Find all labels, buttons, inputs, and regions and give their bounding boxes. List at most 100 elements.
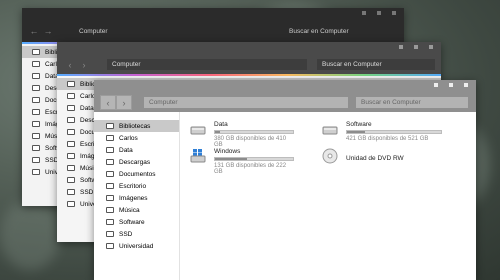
search-input[interactable]: Buscar en Computer <box>317 59 435 70</box>
window-titlebar[interactable] <box>57 42 441 55</box>
folder-icon <box>67 165 75 171</box>
search-input[interactable]: Buscar en Computer <box>356 97 468 108</box>
folder-icon <box>32 133 40 139</box>
folder-icon <box>106 243 114 249</box>
back-button[interactable]: ← <box>27 25 41 38</box>
folder-icon <box>106 195 114 201</box>
close-icon[interactable] <box>464 83 468 87</box>
folder-icon <box>67 141 75 147</box>
folder-icon <box>106 207 114 213</box>
sidebar-item-bibliotecas[interactable]: Bibliotecas <box>94 120 179 132</box>
sidebar-item-descargas[interactable]: Descargas <box>94 156 179 168</box>
folder-icon <box>106 135 114 141</box>
window-titlebar[interactable] <box>22 8 404 20</box>
folder-icon <box>67 81 75 87</box>
sidebar-item-label: Universidad <box>119 242 154 250</box>
folder-icon <box>67 129 75 135</box>
sidebar-item-universidad[interactable]: Universidad <box>94 240 179 252</box>
folder-icon <box>106 183 114 189</box>
folder-icon <box>67 189 75 195</box>
folder-icon <box>32 85 40 91</box>
folder-icon <box>67 117 75 123</box>
folder-icon <box>32 145 40 151</box>
sidebar-item-label: Carlos <box>119 134 138 142</box>
explorer-window-front[interactable]: ‹ › Computer Buscar en Computer Bibliote… <box>94 80 476 280</box>
sidebar-item-label: SSD <box>80 188 94 196</box>
folder-icon <box>106 159 114 165</box>
window-titlebar[interactable] <box>94 80 476 93</box>
drive-name: Data <box>214 121 228 128</box>
drive-name: Windows <box>214 148 241 155</box>
address-bar[interactable]: Computer <box>107 59 307 70</box>
back-button[interactable]: ‹ <box>63 58 77 71</box>
drive-usage-fill <box>347 131 365 133</box>
drive-usage-bar <box>214 157 294 161</box>
close-icon[interactable] <box>429 45 433 49</box>
sidebar-item-label: Software <box>119 218 145 226</box>
drive-name: Unidad de DVD RW <box>346 155 404 162</box>
folder-icon <box>106 171 114 177</box>
sidebar-item-label: Música <box>119 206 140 214</box>
sidebar-item-software[interactable]: Software <box>94 216 179 228</box>
minimize-icon[interactable] <box>362 11 366 15</box>
search-input[interactable]: Buscar en Computer <box>284 26 399 37</box>
sidebar-item-label: SSD <box>119 230 133 238</box>
sidebar-item-imagenes[interactable]: Imágenes <box>94 192 179 204</box>
folder-icon <box>106 147 114 153</box>
maximize-icon[interactable] <box>449 83 453 87</box>
folder-icon <box>67 93 75 99</box>
minimize-icon[interactable] <box>399 45 403 49</box>
sidebar-item-documentos[interactable]: Documentos <box>94 168 179 180</box>
sidebar-item-data[interactable]: Data <box>94 144 179 156</box>
back-button[interactable]: ‹ <box>100 95 116 110</box>
sidebar-item-musica[interactable]: Música <box>94 204 179 216</box>
sidebar-item-carlos[interactable]: Carlos <box>94 132 179 144</box>
minimize-icon[interactable] <box>434 83 438 87</box>
folder-icon <box>67 105 75 111</box>
folder-icon <box>32 49 40 55</box>
maximize-icon[interactable] <box>414 45 418 49</box>
folder-icon <box>67 201 75 207</box>
folder-icon <box>106 123 114 129</box>
sidebar-item-label: Imágenes <box>119 194 148 202</box>
folder-icon <box>32 97 40 103</box>
folder-icon <box>32 61 40 67</box>
folder-icon <box>32 121 40 127</box>
drive-usage-fill <box>215 131 221 133</box>
folder-icon <box>106 219 114 225</box>
sidebar-item-ssd[interactable]: SSD <box>94 228 179 240</box>
hard-drive-icon <box>190 126 206 135</box>
windows-drive-icon <box>190 149 206 163</box>
drive-space-text: 421 GB disponibles de 521 GB <box>346 136 429 142</box>
address-bar[interactable]: Computer <box>74 26 274 37</box>
forward-button[interactable]: → <box>41 25 55 38</box>
sidebar-item-label: Documentos <box>119 170 156 178</box>
sidebar-item-escritorio[interactable]: Escritorio <box>94 180 179 192</box>
maximize-icon[interactable] <box>377 11 381 15</box>
folder-icon <box>32 169 40 175</box>
drive-name: Software <box>346 121 372 128</box>
drive-space-text: 380 GB disponibles de 410 GB <box>214 136 287 148</box>
folder-icon <box>67 177 75 183</box>
sidebar-item-label: Escritorio <box>119 182 147 190</box>
folder-icon <box>106 231 114 237</box>
wallpaper-bokeh <box>0 200 60 270</box>
folder-icon <box>32 73 40 79</box>
sidebar: Bibliotecas Carlos Data Descargas Docume… <box>94 112 180 280</box>
folder-icon <box>32 109 40 115</box>
sidebar-item-label: Data <box>80 104 94 112</box>
sidebar-item-label: Descargas <box>119 158 151 166</box>
drive-usage-fill <box>215 158 247 160</box>
forward-button[interactable]: › <box>77 58 91 71</box>
drive-usage-bar <box>346 130 442 134</box>
address-bar[interactable]: Computer <box>144 97 348 108</box>
drive-space-text: 131 GB disponibles de 222 GB <box>214 163 287 175</box>
hard-drive-icon <box>322 126 338 135</box>
dvd-drive-icon <box>322 148 338 164</box>
drive-usage-bar <box>214 130 294 134</box>
forward-button[interactable]: › <box>116 95 132 110</box>
sidebar-item-label: Data <box>119 146 133 154</box>
close-icon[interactable] <box>392 11 396 15</box>
folder-icon <box>67 153 75 159</box>
sidebar-item-label: Bibliotecas <box>119 122 151 130</box>
